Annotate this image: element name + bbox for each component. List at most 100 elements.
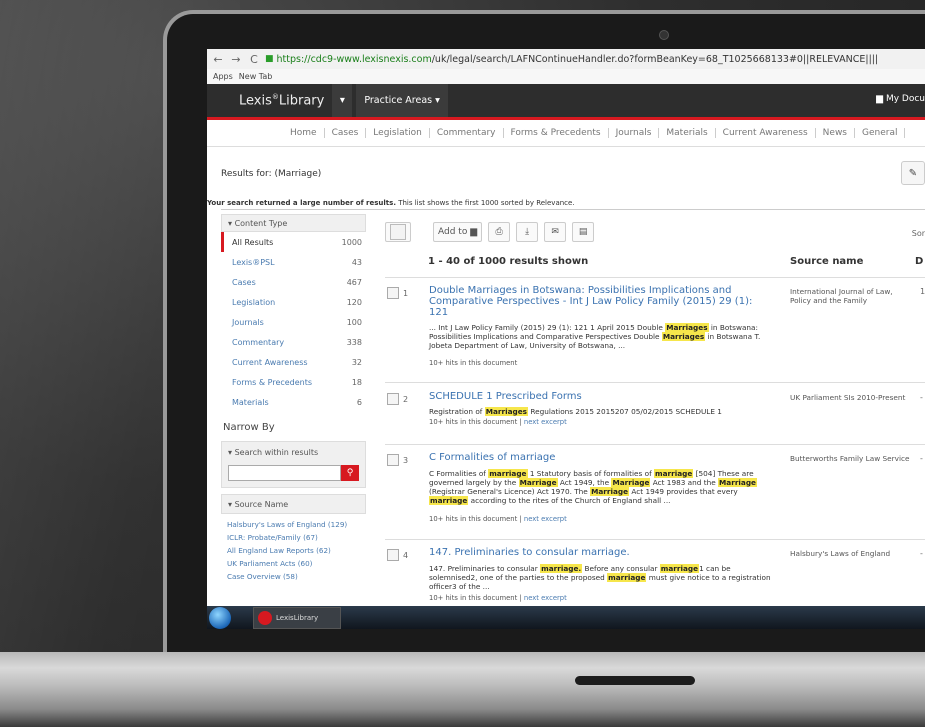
result-date: 1 bbox=[920, 287, 925, 296]
snippet-text: Act 1983 and the bbox=[650, 478, 719, 487]
source-list: Halsbury's Laws of England (129) ICLR: P… bbox=[221, 514, 366, 583]
practice-areas-menu[interactable]: Practice Areas ▾ bbox=[356, 84, 448, 117]
product-dropdown-button[interactable]: ▾ bbox=[332, 84, 353, 117]
logo-registered: ® bbox=[271, 92, 279, 101]
facet-count: 338 bbox=[346, 337, 362, 347]
download-button[interactable]: ⤓ bbox=[516, 222, 539, 242]
chevron-down-icon: ▾ bbox=[339, 95, 345, 106]
print-icon: ⎙ bbox=[495, 227, 503, 237]
nav-cases[interactable]: Cases bbox=[325, 128, 367, 138]
my-documents-label: My Docu bbox=[885, 94, 925, 104]
facet-current-awareness[interactable]: Current Awareness 32 bbox=[221, 352, 366, 372]
highlight: Marriages bbox=[484, 407, 529, 416]
apps-bookmark[interactable]: Apps bbox=[213, 72, 233, 81]
nav-general[interactable]: General bbox=[855, 128, 906, 138]
facet-forms-precedents[interactable]: Forms & Precedents 18 bbox=[221, 372, 366, 392]
source-filter-item[interactable]: Case Overview (58) bbox=[221, 570, 366, 583]
result-source: UK Parliament SIs 2010-Present bbox=[790, 393, 906, 402]
nav-journals[interactable]: Journals bbox=[609, 128, 660, 138]
result-title[interactable]: Double Marriages in Botswana: Possibilit… bbox=[429, 285, 769, 318]
search-button[interactable]: ⚲ bbox=[341, 465, 359, 481]
facet-label: Forms & Precedents bbox=[232, 377, 313, 387]
facet-legislation[interactable]: Legislation 120 bbox=[221, 292, 366, 312]
email-button[interactable]: ✉ bbox=[544, 222, 567, 242]
row-divider bbox=[385, 277, 925, 278]
taskbar-lexislibrary[interactable]: LexisLibrary bbox=[253, 606, 341, 629]
row-divider bbox=[385, 539, 925, 540]
print-button[interactable]: ⎙ bbox=[488, 222, 511, 242]
source-column-header[interactable]: Source name bbox=[790, 256, 863, 267]
nav-current-awareness[interactable]: Current Awareness bbox=[716, 128, 816, 138]
search-within-row: ⚲ bbox=[228, 465, 359, 481]
windows-start-icon[interactable] bbox=[209, 606, 231, 629]
source-filter-item[interactable]: ICLR: Probate/Family (67) bbox=[221, 531, 366, 544]
source-filter-item[interactable]: Halsbury's Laws of England (129) bbox=[221, 518, 366, 531]
result-title[interactable]: SCHEDULE 1 Prescribed Forms bbox=[429, 391, 769, 402]
windows-taskbar: LexisLibrary bbox=[207, 606, 925, 629]
facet-count: 43 bbox=[351, 257, 362, 267]
reload-icon[interactable]: C bbox=[247, 53, 261, 66]
hits-info: 10+ hits in this document bbox=[429, 359, 517, 367]
next-excerpt-link[interactable]: next excerpt bbox=[524, 515, 567, 523]
laptop-base bbox=[0, 668, 925, 727]
highlight: marriage bbox=[429, 496, 469, 505]
facet-materials[interactable]: Materials 6 bbox=[221, 392, 366, 412]
screen: ← → C ■ https://cdc9-www.lexisnexis.com/… bbox=[207, 49, 925, 629]
notice-bold: Your search returned a large number of r… bbox=[207, 199, 396, 207]
result-checkbox[interactable] bbox=[387, 549, 399, 561]
back-icon[interactable]: ← bbox=[211, 53, 225, 66]
save-button[interactable]: ▤ bbox=[572, 222, 595, 242]
result-index: 4 bbox=[403, 550, 409, 560]
search-icon: ⚲ bbox=[346, 468, 354, 478]
new-tab-bookmark[interactable]: New Tab bbox=[239, 72, 273, 81]
lock-icon: ■ bbox=[265, 54, 274, 64]
result-title[interactable]: 147. Preliminaries to consular marriage. bbox=[429, 547, 769, 558]
nav-commentary[interactable]: Commentary bbox=[430, 128, 504, 138]
pencil-icon: ✎ bbox=[908, 167, 918, 179]
next-excerpt-link[interactable]: next excerpt bbox=[524, 594, 567, 602]
next-excerpt-link[interactable]: next excerpt bbox=[524, 418, 567, 426]
result-title[interactable]: C Formalities of marriage bbox=[429, 452, 769, 463]
facet-lexis-psl[interactable]: Lexis®PSL 43 bbox=[221, 252, 366, 272]
hits-count: 10+ hits in this document bbox=[429, 359, 518, 367]
url-field[interactable]: https://cdc9-www.lexisnexis.com/uk/legal… bbox=[277, 54, 879, 65]
chevron-down-icon: ▾ bbox=[435, 95, 440, 106]
facet-commentary[interactable]: Commentary 338 bbox=[221, 332, 366, 352]
facet-all-results[interactable]: All Results 1000 bbox=[221, 232, 366, 252]
snippet-text: 1 Statutory basis of formalities of bbox=[527, 469, 655, 478]
facet-count: 100 bbox=[346, 317, 362, 327]
lexis-library-logo[interactable]: Lexis®Library bbox=[239, 93, 324, 108]
nav-news[interactable]: News bbox=[816, 128, 855, 138]
forward-icon[interactable]: → bbox=[229, 53, 243, 66]
nav-materials[interactable]: Materials bbox=[659, 128, 716, 138]
content-type-header[interactable]: ▾ Content Type bbox=[221, 214, 366, 232]
select-all-checkbox[interactable] bbox=[385, 222, 411, 242]
sort-control[interactable]: Sor bbox=[912, 229, 925, 238]
snippet-text: 147. Preliminaries to consular bbox=[429, 564, 541, 573]
chrome-icon bbox=[258, 610, 272, 625]
facet-cases[interactable]: Cases 467 bbox=[221, 272, 366, 292]
edit-search-button[interactable]: ✎ bbox=[901, 161, 925, 185]
facet-journals[interactable]: Journals 100 bbox=[221, 312, 366, 332]
nav-forms-precedents[interactable]: Forms & Precedents bbox=[504, 128, 609, 138]
result-checkbox[interactable] bbox=[387, 393, 399, 405]
facet-label: Lexis®PSL bbox=[232, 257, 275, 267]
source-filter-item[interactable]: UK Parliament Acts (60) bbox=[221, 557, 366, 570]
result-number: 4 bbox=[387, 549, 408, 561]
result-checkbox[interactable] bbox=[387, 287, 399, 299]
results-header: 1 - 40 of 1000 results shown Source name… bbox=[385, 256, 925, 276]
result-checkbox[interactable] bbox=[387, 454, 399, 466]
results-summary: 1 - 40 of 1000 results shown bbox=[428, 256, 589, 267]
source-name-header[interactable]: ▾ Source Name bbox=[221, 494, 366, 514]
search-within-input[interactable] bbox=[228, 465, 341, 481]
add-to-folder-button[interactable]: Add to ▆ bbox=[433, 222, 483, 242]
search-within-header[interactable]: ▾ Search within results bbox=[228, 448, 359, 457]
narrow-by-heading: Narrow By bbox=[223, 422, 275, 433]
nav-home[interactable]: Home bbox=[283, 128, 325, 138]
nav-legislation[interactable]: Legislation bbox=[366, 128, 430, 138]
my-documents-link[interactable]: ▆ My Docu bbox=[876, 94, 925, 104]
date-column-header[interactable]: D bbox=[915, 256, 923, 267]
source-filter-item[interactable]: All England Law Reports (62) bbox=[221, 544, 366, 557]
folder-icon: ▆ bbox=[470, 227, 478, 237]
highlight: marriage bbox=[654, 469, 694, 478]
